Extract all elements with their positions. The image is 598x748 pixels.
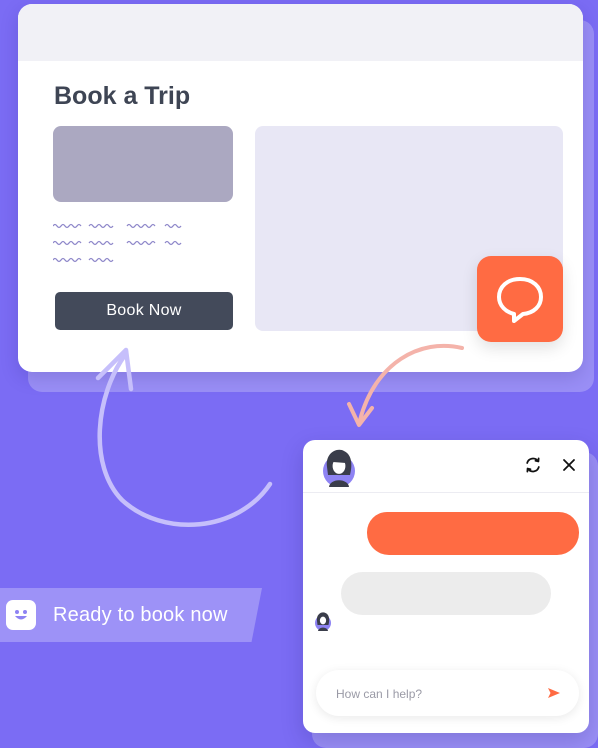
agent-avatar	[323, 449, 355, 487]
ready-to-book-banner: Ready to book now	[0, 588, 262, 642]
chat-header	[303, 440, 589, 493]
close-button[interactable]	[558, 454, 580, 476]
book-now-button[interactable]: Book Now	[55, 292, 233, 330]
banner-text: Ready to book now	[53, 603, 228, 626]
trip-image-placeholder	[53, 126, 233, 202]
bot-message-bubble	[341, 572, 551, 615]
send-icon	[548, 688, 560, 698]
chat-window	[303, 440, 589, 733]
bot-avatar-small	[315, 612, 331, 631]
arrow-to-chat	[347, 343, 464, 427]
user-message-bubble	[367, 512, 579, 555]
arrow-to-card	[95, 347, 273, 528]
card-title: Book a Trip	[54, 82, 191, 110]
refresh-button[interactable]	[522, 454, 544, 476]
refresh-icon	[526, 457, 540, 473]
close-icon	[563, 459, 575, 471]
send-button[interactable]	[545, 684, 563, 702]
placeholder-text-lines	[53, 223, 182, 263]
chat-launcher-button[interactable]	[477, 256, 563, 342]
card-header	[18, 4, 583, 61]
chat-bubble-icon	[497, 277, 543, 323]
smile-face-icon	[6, 600, 36, 630]
chat-message-input[interactable]	[334, 670, 538, 718]
chat-input-container	[316, 670, 579, 718]
